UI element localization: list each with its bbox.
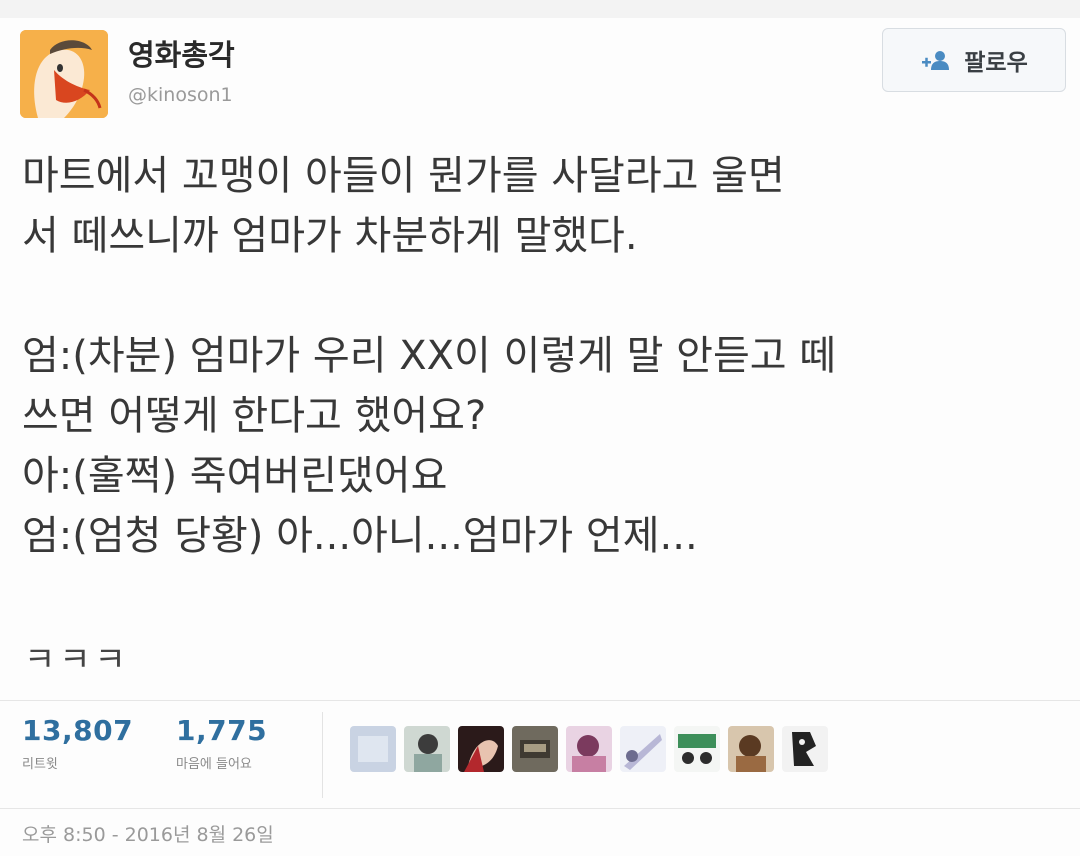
liker-avatar-icon (350, 726, 396, 772)
like-count: 1,775 (176, 714, 268, 747)
liker-avatar-3[interactable] (458, 726, 504, 772)
liker-avatar-icon (674, 726, 720, 772)
liker-avatar-icon (620, 726, 666, 772)
liker-avatar-6[interactable] (620, 726, 666, 772)
cartoon-character-avatar-icon (20, 30, 108, 118)
display-name[interactable]: 영화총각 (128, 32, 235, 74)
liker-avatars (350, 726, 828, 772)
liker-avatar-2[interactable] (404, 726, 450, 772)
add-user-icon (922, 51, 950, 70)
like-label: 마음에 들어요 (176, 757, 252, 772)
like-stat[interactable]: 1,775 마음에 들어요 (176, 714, 267, 772)
follow-label: 팔로우 (964, 50, 1028, 76)
tweet-line: 엄:(엄청 당황) 아...아니...엄마가 언제... (22, 513, 698, 559)
tweet-reaction: ㅋㅋㅋ (24, 640, 130, 680)
retweet-label: 리트윗 (22, 757, 58, 772)
tweet-blank-line (22, 266, 1072, 326)
tweet-line: 마트에서 꼬맹이 아들이 뭔가를 사달라고 울면 (22, 153, 785, 199)
tweet-card: 영화총각 @kinoson1 팔로우 마트에서 꼬맹이 아들이 뭔가를 사달라고… (0, 18, 1080, 856)
tweet-line: 쓰면 어떻게 한다고 했어요? (22, 393, 487, 439)
tweet-line: 서 떼쓰니까 엄마가 차분하게 말했다. (22, 213, 638, 259)
retweet-count: 13,807 (22, 714, 134, 747)
user-handle[interactable]: @kinoson1 (128, 84, 233, 106)
tweet-line: 엄:(차분) 엄마가 우리 XX이 이렇게 말 안듣고 떼 (22, 333, 837, 379)
retweet-stat[interactable]: 13,807 리트윗 (22, 714, 133, 772)
profile-avatar[interactable] (20, 30, 108, 118)
divider (0, 700, 1080, 701)
liker-avatar-icon (404, 726, 450, 772)
liker-avatar-icon (458, 726, 504, 772)
liker-avatar-icon (782, 726, 828, 772)
liker-avatar-8[interactable] (728, 726, 774, 772)
tweet-timestamp[interactable]: 오후 8:50 - 2016년 8월 26일 (22, 820, 274, 847)
tweet-line: 아:(훌쩍) 죽여버린댔어요 (22, 453, 448, 499)
divider (322, 712, 323, 798)
tweet-stats: 13,807 리트윗 1,775 마음에 들어요 (0, 704, 330, 808)
liker-avatar-5[interactable] (566, 726, 612, 772)
liker-avatar-1[interactable] (350, 726, 396, 772)
follow-button[interactable]: 팔로우 (882, 28, 1066, 92)
liker-avatar-icon (512, 726, 558, 772)
liker-avatar-icon (728, 726, 774, 772)
liker-avatar-7[interactable] (674, 726, 720, 772)
liker-avatar-icon (566, 726, 612, 772)
tweet-text: 마트에서 꼬맹이 아들이 뭔가를 사달라고 울면 서 떼쓰니까 엄마가 차분하게… (22, 146, 1072, 566)
divider (0, 808, 1080, 809)
liker-avatar-9[interactable] (782, 726, 828, 772)
liker-avatar-4[interactable] (512, 726, 558, 772)
